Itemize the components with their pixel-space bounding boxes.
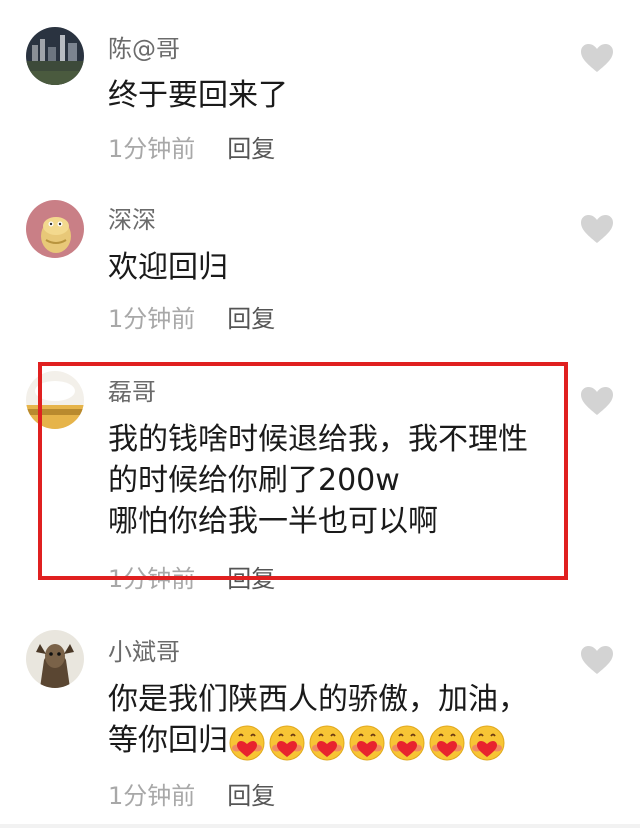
emoji-row (228, 721, 508, 762)
comment-item: 磊哥 我的钱啥时候退给我，我不理性 的时候给你刷了200w 哪怕你给我一半也可以… (0, 355, 640, 615)
comment-line: 你是我们陕西人的骄傲，加油， (108, 682, 528, 717)
divider (0, 824, 640, 828)
username[interactable]: 深深 (108, 205, 156, 235)
heart-eyes-blush-emoji (388, 724, 426, 762)
username[interactable]: 陈@哥 (108, 34, 180, 64)
comment-line: 的时候给你刷了200w (108, 463, 400, 498)
heart-icon[interactable] (580, 43, 614, 73)
comment-item: 小斌哥 你是我们陕西人的骄傲，加油， 等你回归 1分钟前 回复 (0, 615, 640, 825)
comment-line: 我的钱啥时候退给我，我不理性 (108, 422, 528, 457)
comment-text: 你是我们陕西人的骄傲，加油， 等你回归 (108, 679, 528, 762)
heart-icon[interactable] (580, 214, 614, 244)
timestamp: 1分钟前 (108, 565, 196, 593)
reply-button[interactable]: 回复 (227, 304, 275, 334)
comment-meta: 1分钟前 回复 (108, 564, 275, 597)
heart-eyes-blush-emoji (348, 724, 386, 762)
heart-icon[interactable] (580, 645, 614, 675)
username[interactable]: 磊哥 (108, 377, 156, 407)
heart-eyes-blush-emoji (268, 724, 306, 762)
reply-button[interactable]: 回复 (227, 781, 275, 811)
heart-eyes-blush-emoji (428, 724, 466, 762)
comment-meta: 1分钟前 回复 (108, 134, 275, 167)
comment-line: 终于要回来了 (108, 78, 288, 113)
avatar[interactable] (26, 630, 84, 688)
timestamp: 1分钟前 (108, 135, 196, 163)
comment-text: 我的钱啥时候退给我，我不理性 的时候给你刷了200w 哪怕你给我一半也可以啊 (108, 419, 528, 542)
heart-eyes-blush-emoji (228, 724, 266, 762)
comment-line-text: 等你回归 (108, 723, 228, 758)
avatar[interactable] (26, 27, 84, 85)
reply-button[interactable]: 回复 (227, 134, 275, 164)
comment-line: 等你回归 (108, 720, 528, 762)
heart-eyes-blush-emoji (468, 724, 506, 762)
comment-text: 欢迎回归 (108, 247, 228, 288)
heart-eyes-blush-emoji (308, 724, 346, 762)
comment-line: 欢迎回归 (108, 250, 228, 285)
comment-meta: 1分钟前 回复 (108, 304, 275, 337)
timestamp: 1分钟前 (108, 782, 196, 810)
reply-button[interactable]: 回复 (227, 564, 275, 594)
comment-meta: 1分钟前 回复 (108, 781, 275, 814)
username[interactable]: 小斌哥 (108, 637, 180, 667)
avatar[interactable] (26, 200, 84, 258)
heart-icon[interactable] (580, 386, 614, 416)
timestamp: 1分钟前 (108, 305, 196, 333)
avatar[interactable] (26, 371, 84, 429)
comment-line: 哪怕你给我一半也可以啊 (108, 504, 438, 539)
comment-item: 陈@哥 终于要回来了 1分钟前 回复 (0, 0, 640, 170)
comment-text: 终于要回来了 (108, 75, 288, 116)
comment-item: 深深 欢迎回归 1分钟前 回复 (0, 170, 640, 355)
